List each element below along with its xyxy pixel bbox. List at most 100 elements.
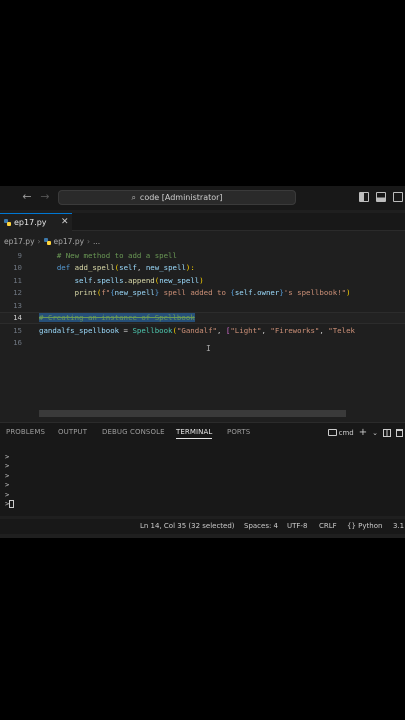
code-text: # New method to add a spell (39, 251, 177, 260)
code-line: 12 print(f"{new_spell} spell added to {s… (0, 287, 405, 300)
breadcrumb-symbol[interactable]: ... (93, 237, 100, 246)
variable: gandalfs_spellbook (39, 325, 120, 335)
tab-output[interactable]: OUTPUT (58, 428, 87, 436)
bracket: ): (185, 263, 195, 273)
chevron-right-icon: › (87, 236, 91, 246)
status-encoding[interactable]: UTF-8 (287, 522, 307, 530)
string: "Fireworks" (270, 325, 320, 335)
code-text: print(f"{new_spell} spell added to {self… (39, 288, 351, 297)
string: "Telek (328, 325, 355, 335)
line-number: 13 (13, 300, 22, 310)
arrow-left-icon[interactable]: ← (20, 190, 34, 203)
search-icon: ⌕ (131, 192, 136, 202)
status-cursor-position[interactable]: Ln 14, Col 35 (32 selected) (140, 522, 235, 530)
horizontal-scrollbar[interactable] (39, 410, 346, 417)
tab-debug-console[interactable]: DEBUG CONSOLE (102, 428, 165, 436)
close-icon[interactable]: ✕ (61, 217, 69, 227)
trash-icon[interactable] (396, 428, 403, 437)
class-name: Spellbook (132, 325, 173, 335)
status-bar: Ln 14, Col 35 (32 selected) Spaces: 4 UT… (0, 519, 405, 534)
variable: self.owner (234, 288, 280, 298)
language-label: Python (358, 522, 383, 530)
tab-problems[interactable]: PROBLEMS (6, 428, 45, 436)
string: "Gandalf" (176, 325, 217, 335)
tab-terminal[interactable]: TERMINAL (176, 428, 213, 439)
terminal-prompt-line: > (5, 500, 15, 509)
editor-tab-bar: ep17.py ✕ (0, 213, 405, 231)
code-line: 13 (0, 299, 405, 312)
keyword: def (56, 263, 71, 273)
line-number: 9 (17, 250, 22, 260)
code-line-current: 14 # Creating an instance of Spellbook (0, 311, 405, 324)
command-center-label: code [Administrator] (139, 193, 223, 202)
toggle-panel-icon[interactable] (376, 192, 386, 202)
status-indentation[interactable]: Spaces: 4 (244, 522, 278, 530)
chevron-right-icon: › (37, 236, 41, 246)
terminal-icon (327, 429, 337, 436)
terminal-line: > (5, 481, 10, 490)
line-number: 12 (13, 288, 22, 298)
code-editor[interactable]: 9 # New method to add a spell 10 def add… (0, 249, 405, 409)
breadcrumb-file[interactable]: ep17.py (54, 237, 85, 246)
punctuation: , (319, 325, 329, 335)
bracket: ) (199, 275, 204, 285)
arrow-right-icon[interactable]: → (38, 190, 52, 203)
terminal-line: > (5, 453, 10, 461)
breadcrumb-file[interactable]: ep17.py (4, 237, 35, 246)
vscode-window: ← → ⌕ code [Administrator] ep17.py ✕ ep1… (0, 186, 405, 538)
function-call: print (74, 288, 97, 298)
terminal-profile[interactable]: cmd (327, 428, 354, 437)
string: 's spellbook!" (283, 288, 347, 298)
text-cursor-icon: I (206, 344, 211, 353)
tab-ports[interactable]: PORTS (227, 428, 250, 436)
tab-ep17-py[interactable]: ep17.py ✕ (0, 213, 72, 231)
line-number: 15 (13, 325, 22, 335)
operator: = (119, 325, 133, 335)
line-number: 16 (13, 338, 22, 348)
punctuation: , (217, 325, 226, 335)
punctuation: , (136, 263, 146, 273)
chevron-down-icon[interactable]: ⌄ (372, 429, 378, 437)
status-eol[interactable]: CRLF (319, 522, 337, 530)
parameter: self (119, 263, 137, 273)
terminal-shell-label: cmd (338, 428, 354, 437)
split-terminal-icon[interactable] (383, 428, 391, 437)
toggle-secondary-sidebar-icon[interactable] (393, 192, 403, 202)
code-text: self.spells.append(new_spell) (39, 276, 204, 285)
status-language[interactable]: {} Python (347, 522, 382, 530)
command-center[interactable]: ⌕ code [Administrator] (58, 190, 296, 205)
plus-icon[interactable]: + (359, 427, 367, 438)
braces-icon: {} (347, 522, 356, 530)
code-line: 10 def add_spell(self, new_spell): (0, 262, 405, 275)
code-text: # Creating an instance of Spellbook (39, 313, 195, 323)
terminal-line: > (5, 490, 10, 499)
code-line: 16 (0, 337, 405, 350)
method-call: .append (123, 275, 155, 285)
code-line: 9 # New method to add a spell (0, 249, 405, 262)
toggle-sidebar-icon[interactable] (359, 192, 369, 202)
bottom-panel: PROBLEMS OUTPUT DEBUG CONSOLE TERMINAL P… (0, 422, 405, 516)
code-text: gandalfs_spellbook = Spellbook("Gandalf"… (39, 326, 355, 335)
breadcrumb: ep17.py › ep17.py › ... (4, 235, 100, 247)
terminal-output[interactable]: > > > > > > (5, 453, 15, 509)
python-file-icon (43, 237, 51, 245)
function-name: add_spell (74, 263, 115, 273)
line-number: 11 (13, 275, 22, 285)
terminal-cursor (9, 500, 15, 509)
layout-controls (359, 192, 403, 202)
title-bar: ← → ⌕ code [Administrator] (0, 186, 405, 210)
string: "Light" (230, 325, 262, 335)
python-file-icon (4, 219, 11, 226)
code-line: 15 gandalfs_spellbook = Spellbook("Ganda… (0, 324, 405, 337)
tab-label: ep17.py (14, 218, 47, 227)
terminal-line: > (5, 471, 10, 480)
status-python-version[interactable]: 3.1 (393, 522, 404, 530)
code-line: 11 self.spells.append(new_spell) (0, 274, 405, 287)
selected-comment: # Creating an instance of Spellbook (39, 313, 195, 323)
string: f" (101, 288, 111, 298)
code-comment: # New method to add a spell (56, 250, 177, 260)
terminal-toolbar: cmd + ⌄ (327, 427, 403, 438)
